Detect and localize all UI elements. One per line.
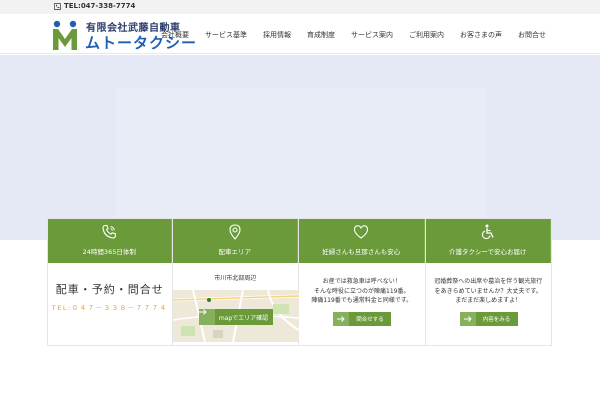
nav-item-service-standards[interactable]: サービス基準	[197, 30, 255, 40]
card-header: 24時間365日体制	[48, 219, 172, 263]
care-text-line: 冠婚葬祭への出席や墓治を伴う観光旅行	[434, 278, 543, 285]
view-details-button[interactable]: 内容をみる	[459, 312, 518, 326]
card-care: 介護タクシーで安心お届け 冠婚葬祭への出席や墓治を伴う観光旅行 をあきらめていま…	[425, 218, 552, 346]
pregnant-text-line: お産では救急車は呼べない！	[322, 278, 401, 285]
map-area-button-label: mapでエリア確認	[218, 314, 269, 322]
hero-image-placeholder	[116, 88, 486, 223]
site-header: 有限会社武藤自動車 ムトータクシー 会社概要 サービス基準 採用情報 育成制度 …	[0, 14, 600, 54]
header-phone[interactable]: TEL:047-338-7774	[54, 2, 135, 10]
card-reservation: 24時間365日体制 配車・予約・問合せ TEL:０４７－３３８－７７７４	[47, 218, 173, 346]
nav-item-usage[interactable]: ご利用案内	[401, 30, 452, 40]
nav-item-company[interactable]: 会社概要	[153, 30, 197, 40]
care-text-line: まだまだ楽しめますよ！	[455, 297, 522, 304]
view-details-button-label: 内容をみる	[482, 317, 511, 323]
hero-banner	[0, 55, 600, 240]
logo-mark	[53, 20, 77, 50]
care-description: 冠婚葬祭への出席や墓治を伴う観光旅行 をあきらめていませんか？大丈夫です。 まだ…	[430, 277, 548, 306]
card-title: 配車エリア	[218, 248, 252, 256]
nav-item-recruitment[interactable]: 採用情報	[255, 30, 299, 40]
card-area: 配車エリア 市川市北部周辺 mapでエリア確認	[172, 218, 299, 346]
area-caption: 市川市北部周辺	[214, 275, 257, 282]
phone-icon	[54, 2, 61, 10]
nav-item-contact[interactable]: お問合せ	[510, 30, 546, 40]
inquire-button[interactable]: 問合せする	[333, 312, 391, 326]
nav-item-services[interactable]: サービス案内	[343, 30, 401, 40]
card-title: 妊婦さんも旦那さんも安心	[322, 248, 401, 256]
map-pin-icon	[229, 224, 241, 240]
wheelchair-icon	[481, 224, 494, 240]
card-header: 配車エリア	[172, 219, 298, 263]
top-bar: TEL:047-338-7774	[0, 0, 600, 14]
area-map[interactable]: mapでエリア確認	[172, 290, 299, 342]
inquire-button-label: 問合せする	[356, 317, 384, 323]
nav-item-testimonials[interactable]: お客さまの声	[452, 30, 510, 40]
card-header: 妊婦さんも旦那さんも安心	[299, 219, 425, 263]
header-phone-number: TEL:047-338-7774	[64, 2, 136, 10]
reservation-phone[interactable]: TEL:０４７－３３８－７７７４	[48, 302, 172, 312]
card-title: 介護タクシーで安心お届け	[448, 248, 527, 256]
heart-icon	[354, 225, 369, 239]
reservation-heading: 配車・予約・問合せ	[55, 283, 164, 296]
arrow-right-icon	[198, 309, 215, 325]
pregnant-description: お産では救急車は呼べない！ そんな時役に立つのが陣痛119番。 陣痛119番でも…	[303, 277, 421, 306]
pregnant-text-line: そんな時役に立つのが陣痛119番。	[314, 287, 410, 295]
arrow-right-icon	[459, 312, 476, 326]
pregnant-text-line: 陣痛119番でも通常料金と同様です。	[311, 297, 413, 304]
card-title: 24時間365日体制	[82, 248, 136, 256]
card-pregnant: 妊婦さんも旦那さんも安心 お産では救急車は呼べない！ そんな時役に立つのが陣痛1…	[299, 218, 426, 346]
main-nav: 会社概要 サービス基準 採用情報 育成制度 サービス案内 ご利用案内 お客さまの…	[153, 30, 546, 40]
care-text-line: をあきらめていませんか？大丈夫です。	[434, 287, 542, 295]
map-area-button[interactable]: mapでエリア確認	[198, 309, 273, 325]
feature-cards: 24時間365日体制 配車・予約・問合せ TEL:０４７－３３８－７７７４ 配車…	[47, 218, 552, 346]
card-header: 介護タクシーで安心お届け	[425, 219, 551, 263]
nav-item-training[interactable]: 育成制度	[299, 30, 343, 40]
phone-icon	[102, 224, 117, 239]
arrow-right-icon	[333, 312, 349, 326]
